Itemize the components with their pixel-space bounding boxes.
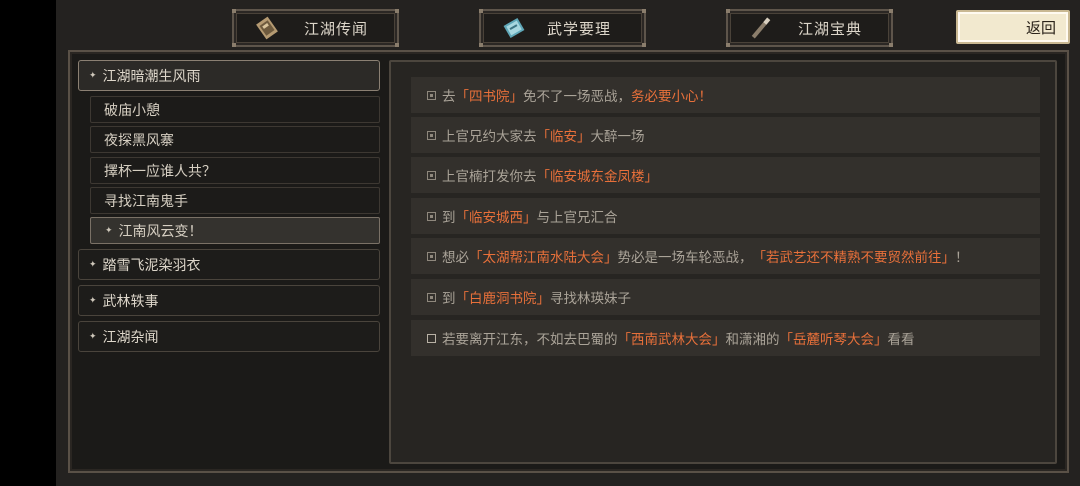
back-button[interactable]: 返回 [956, 10, 1070, 44]
checked-box-icon [427, 130, 436, 140]
task-row: 到「白鹿洞书院」 寻找林瑛妹子 [411, 279, 1040, 315]
checked-box-icon [427, 292, 436, 302]
task-highlight-text: 「岳麓听琴大会」 [779, 332, 888, 348]
tab-label: 江湖传闻 [304, 19, 369, 38]
task-highlight-text: 「临安城东金凤楼」 [536, 169, 659, 185]
sub-quest-item[interactable]: 寻找江南鬼手 [90, 187, 380, 214]
task-text: ！ [955, 250, 969, 266]
task-text: 到 [442, 210, 456, 226]
task-row: 想必 「太湖帮江南水陆大会」 势必是一场车轮恶战， 「若武艺还不精熟不要贸然前往」！ [411, 238, 1040, 274]
quest-group-label: 踏雪飞泥染羽衣 [102, 257, 201, 274]
task-highlight-text: 「若武艺还不精熟不要贸然前往」 [752, 250, 956, 266]
task-highlight-text: 务必要小心！ [631, 89, 712, 105]
tab-martial-arts-principles[interactable]: 武学要理 [479, 9, 646, 47]
task-highlight-text: 「白鹿洞书院」 [455, 291, 551, 307]
tab-jianghu-rumors[interactable]: 江湖传闻 [232, 9, 399, 47]
tab-label: 武学要理 [547, 19, 612, 38]
task-row: 去「四书院」 免不了一场恶战， 务必要小心！ [411, 77, 1040, 113]
task-highlight-text: 「临安」 [536, 129, 591, 145]
unchecked-box-icon [427, 333, 436, 343]
sub-quest-item[interactable]: 夜探黑风寨 [90, 126, 380, 153]
task-row: 若要离开江东，不如去巴蜀的 「西南武林大会」 和潇湘的 「岳麓听琴大会」 看看 [411, 320, 1040, 356]
task-text: 和潇湘的 [725, 332, 780, 348]
manual-book-icon [491, 14, 537, 42]
bullet-icon: ✦ [89, 259, 97, 270]
quest-group-item[interactable]: ✦ 踏雪飞泥染羽衣 [78, 249, 380, 280]
sub-quest-label: 夜探黑风寨 [104, 132, 174, 149]
task-text: 看看 [887, 332, 915, 348]
checked-box-icon [427, 90, 436, 100]
task-text: 大醉一场 [590, 129, 645, 145]
task-text: 到 [442, 291, 456, 307]
sub-quest-item[interactable]: 破庙小憩 [90, 96, 380, 123]
bullet-icon: ✦ [89, 70, 97, 81]
sub-quest-label: 破庙小憩 [104, 102, 160, 119]
tab-label: 江湖宝典 [798, 19, 863, 38]
task-highlight-text: 「太湖帮江南水陆大会」 [469, 250, 618, 266]
task-highlight-text: 「临安城西」 [455, 210, 537, 226]
task-text: 去 [442, 89, 456, 105]
checked-box-icon [427, 251, 436, 261]
checked-box-icon [427, 170, 436, 180]
scroll-map-icon [244, 14, 290, 42]
quest-group-item[interactable]: ✦ 武林轶事 [78, 285, 380, 316]
sub-quest-item-selected[interactable]: ✦ 江南风云变！ [90, 217, 380, 244]
quest-group-item[interactable]: ✦ 江湖杂闻 [78, 321, 380, 352]
brush-icon [738, 14, 784, 42]
quest-group-label: 江湖暗潮生风雨 [102, 68, 201, 85]
task-row: 上官楠打发你去 「临安城东金凤楼」 [411, 157, 1040, 193]
tab-jianghu-handbook[interactable]: 江湖宝典 [726, 9, 893, 47]
task-text: 想必 [442, 250, 469, 266]
task-text: 上官楠打发你去 [442, 169, 537, 185]
bullet-icon: ✦ [105, 225, 113, 236]
task-text: 与上官兄汇合 [536, 210, 618, 226]
quest-group-label: 武林轶事 [102, 293, 159, 310]
checked-box-icon [427, 211, 436, 221]
quest-group-item[interactable]: ✦ 江湖暗潮生风雨 [78, 60, 380, 91]
task-row: 上官兄约大家去 「临安」 大醉一场 [411, 117, 1040, 153]
quest-group-label: 江湖杂闻 [102, 329, 159, 346]
sub-quest-label: 寻找江南鬼手 [104, 193, 188, 210]
task-text: 免不了一场恶战， [523, 89, 631, 105]
bullet-icon: ✦ [89, 295, 97, 306]
bullet-icon: ✦ [89, 331, 97, 342]
sub-quest-label: 江南风云变！ [118, 223, 203, 240]
task-text: 上官兄约大家去 [442, 129, 537, 145]
task-text: 若要离开江东，不如去巴蜀的 [442, 332, 618, 348]
task-text: 寻找林瑛妹子 [550, 291, 631, 307]
task-row: 到「临安城西」 与上官兄汇合 [411, 198, 1040, 234]
sub-quest-item[interactable]: 擇杯一应谁人共？ [90, 157, 380, 184]
task-highlight-text: 「四书院」 [455, 89, 524, 105]
task-text: 势必是一场车轮恶战， [617, 250, 753, 266]
sub-quest-label: 擇杯一应谁人共？ [104, 163, 216, 180]
task-highlight-text: 「西南武林大会」 [617, 332, 726, 348]
